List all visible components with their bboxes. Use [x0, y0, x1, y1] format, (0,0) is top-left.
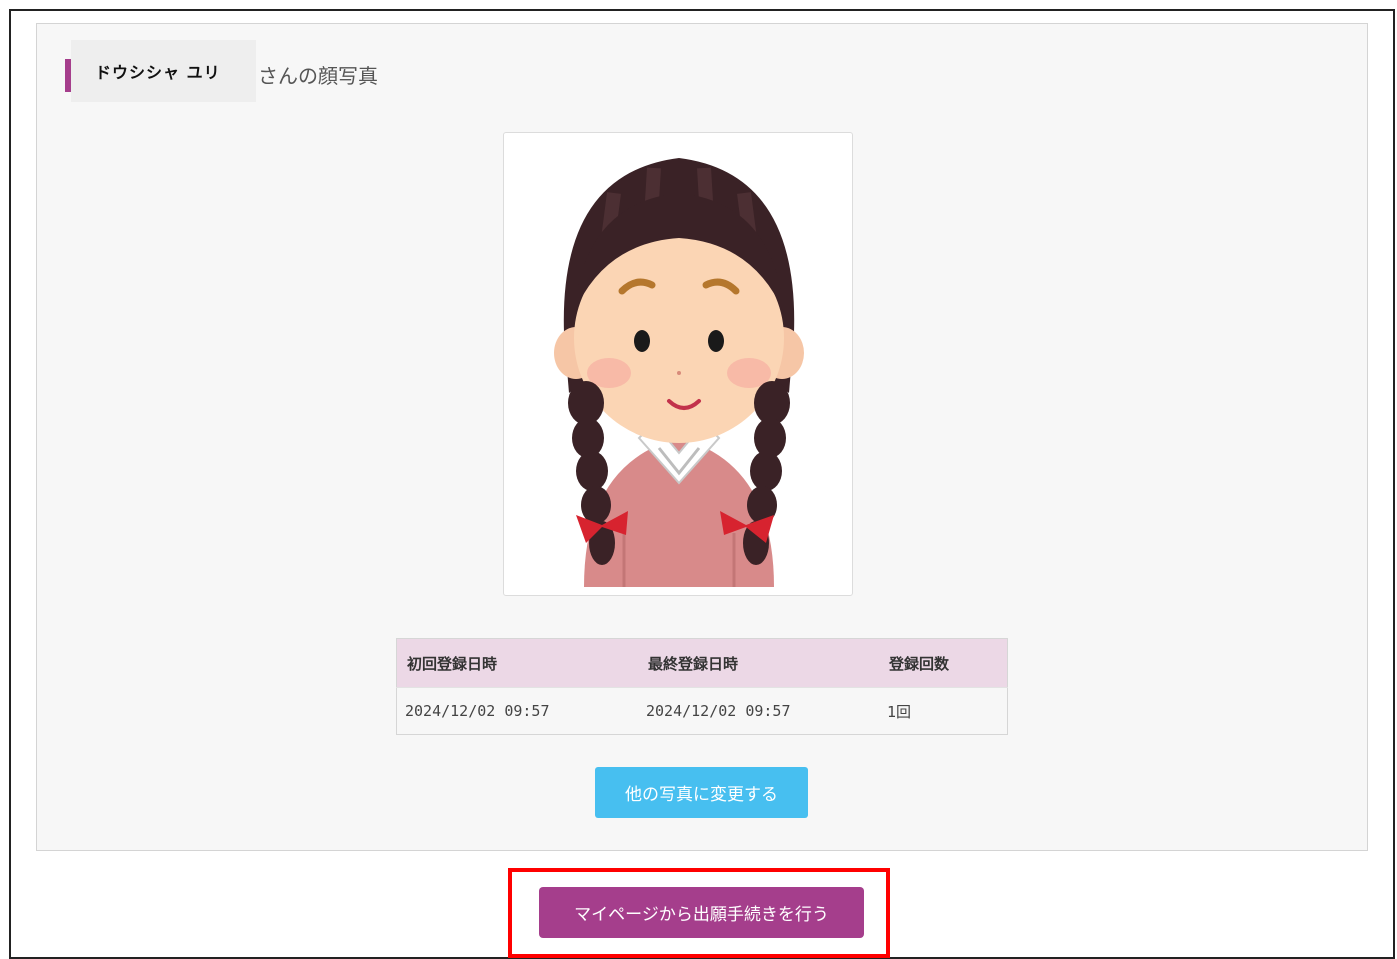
heading-suffix: さんの顔写真: [258, 64, 378, 88]
girl-portrait-icon: [554, 158, 804, 587]
applicant-name: ドウシシャ ユリ: [71, 40, 256, 102]
header-registration-count: 登録回数: [879, 638, 1008, 688]
last-registered-value: 2024/12/02 09:57: [638, 687, 879, 735]
table-row: 2024/12/02 09:57 2024/12/02 09:57 1回: [396, 687, 1008, 735]
header-first-registered: 初回登録日時: [396, 638, 638, 688]
registration-count-value: 1回: [879, 687, 1008, 735]
registration-table: 初回登録日時 最終登録日時 登録回数 2024/12/02 09:57 2024…: [396, 638, 1008, 735]
first-registered-value: 2024/12/02 09:57: [396, 687, 638, 735]
change-photo-button[interactable]: 他の写真に変更する: [595, 767, 808, 818]
table-header-row: 初回登録日時 最終登録日時 登録回数: [396, 638, 1008, 688]
face-photo: [503, 132, 853, 596]
apply-from-mypage-button[interactable]: マイページから出願手続きを行う: [539, 887, 864, 938]
header-last-registered: 最終登録日時: [638, 638, 879, 688]
